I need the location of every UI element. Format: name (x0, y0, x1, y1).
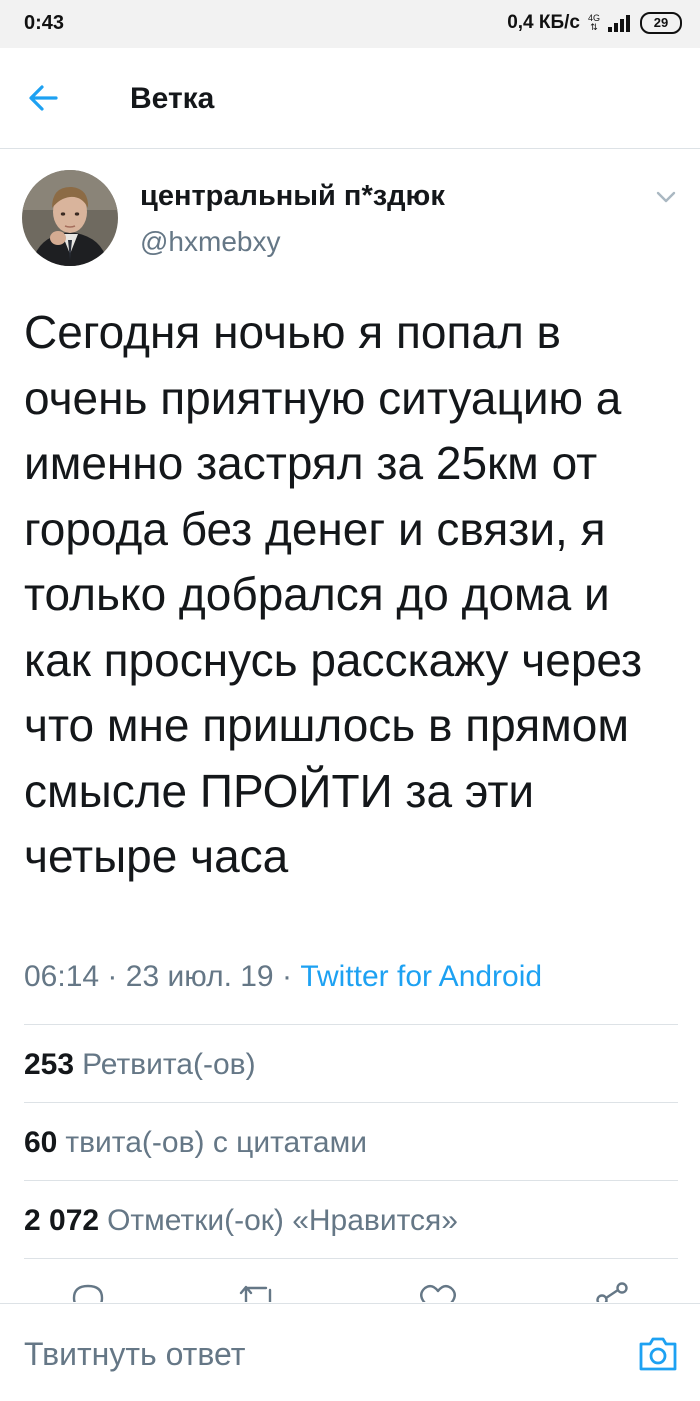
quotes-stat[interactable]: 60 твита(-ов) с цитатами (24, 1126, 367, 1160)
status-bar: 0:43 0,4 КБ/с 4G ⇅ 29 (0, 0, 700, 48)
camera-icon (639, 1337, 677, 1371)
network-type: 4G ⇅ (587, 13, 600, 32)
retweets-count: 253 (24, 1048, 75, 1081)
arrow-left-icon (29, 85, 58, 111)
camera-button[interactable] (636, 1332, 680, 1376)
reply-bar (0, 1303, 700, 1401)
likes-count: 2 072 (24, 1204, 100, 1237)
signal-icon (608, 15, 630, 32)
share-button[interactable] (592, 1280, 632, 1302)
reply-input[interactable] (24, 1332, 584, 1376)
likes-stat[interactable]: 2 072 Отметки(-ок) «Нравится» (24, 1204, 458, 1238)
author-name[interactable]: центральный п*здюк (140, 180, 445, 213)
network-speed: 0,4 КБ/с (507, 12, 580, 33)
tweet-meta: 06:14 · 23 июл. 19 · Twitter for Android (24, 960, 542, 994)
chevron-down-icon (656, 191, 676, 203)
tweet-date: 23 июл. 19 (125, 960, 274, 993)
thread-header: Ветка (0, 48, 700, 149)
quotes-label: твита(-ов) с цитатами (65, 1126, 368, 1159)
avatar[interactable] (22, 170, 118, 266)
status-indicators: 0,4 КБ/с 4G ⇅ 29 (507, 12, 682, 34)
divider (24, 1258, 678, 1259)
reply-icon (72, 1284, 104, 1302)
retweet-button[interactable] (238, 1280, 278, 1302)
likes-label: Отметки(-ок) «Нравится» (107, 1204, 458, 1237)
back-button[interactable] (26, 80, 74, 116)
tweet-actions (0, 1262, 700, 1302)
status-time: 0:43 (24, 12, 65, 34)
retweets-label: Ретвита(-ов) (82, 1048, 256, 1081)
tweet-source-link[interactable]: Twitter for Android (300, 960, 542, 993)
meta-separator: · (281, 960, 292, 993)
quotes-count: 60 (24, 1126, 58, 1159)
divider (24, 1024, 678, 1025)
battery-indicator: 29 (640, 12, 682, 34)
avatar-image (22, 170, 118, 266)
like-button[interactable] (418, 1280, 458, 1302)
retweets-stat[interactable]: 253 Ретвита(-ов) (24, 1048, 256, 1082)
tweet-time: 06:14 (24, 960, 100, 993)
divider (24, 1102, 678, 1103)
divider (24, 1180, 678, 1181)
retweet-icon (239, 1285, 272, 1302)
share-icon (596, 1282, 628, 1302)
page-title: Ветка (130, 82, 215, 115)
tweet-text: Сегодня ночью я попал в очень приятную с… (24, 306, 643, 882)
tweet-menu-button[interactable] (654, 188, 678, 206)
author-handle[interactable]: @hxmebxy (140, 226, 280, 258)
reply-button[interactable] (68, 1280, 108, 1302)
meta-separator: · (107, 960, 118, 993)
like-icon (420, 1284, 456, 1302)
